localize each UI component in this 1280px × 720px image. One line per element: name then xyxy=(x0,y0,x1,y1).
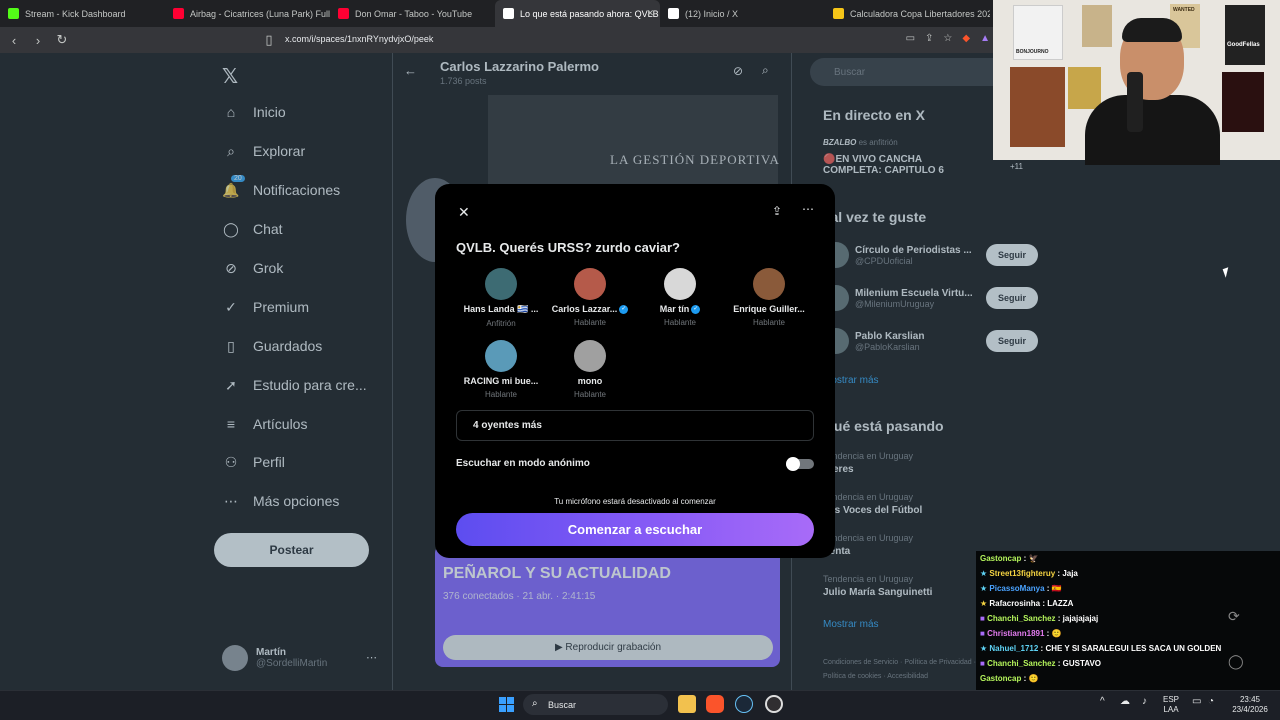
chat-message: ★ Nahuel_1712 : CHE Y SI SARALEGUI LES S… xyxy=(980,644,1222,653)
close-icon[interactable]: ✕ xyxy=(458,204,470,221)
chevron-up-icon[interactable]: ^ xyxy=(1100,697,1105,707)
star-icon[interactable]: ☆ xyxy=(943,33,952,44)
tab-airbag[interactable]: Airbag - Cicatrices (Luna Park) Full V xyxy=(165,0,330,27)
obs-icon[interactable] xyxy=(765,695,783,713)
clock[interactable]: 23:45 23/4/2026 xyxy=(1226,695,1274,715)
streamer-hair xyxy=(1122,18,1182,42)
speaker[interactable]: Enrique Guiller... Hablante xyxy=(724,268,814,327)
share-icon[interactable]: ⇪ xyxy=(772,204,782,218)
speaker[interactable]: RACING mi bue... Hablante xyxy=(456,340,546,399)
reload-icon[interactable]: ↻ xyxy=(52,32,72,48)
url-field[interactable]: x.com/i/spaces/1nxnRYnydvjxO/peek xyxy=(285,34,433,44)
speaker[interactable]: Hans Landa 🇺🇾 ... Anfitrión xyxy=(456,268,546,328)
screen: Stream - Kick Dashboard Airbag - Cicatri… xyxy=(0,0,1280,720)
wifi-icon[interactable]: ◔ xyxy=(1208,697,1214,707)
avatar xyxy=(485,340,517,372)
chat-message: ★ Street13fighteruy : Jaja xyxy=(980,569,1078,578)
poster xyxy=(1082,5,1112,47)
avatar xyxy=(753,268,785,300)
chat-bubble-icon[interactable]: ◯ xyxy=(1228,653,1244,670)
forward-icon[interactable]: › xyxy=(28,33,48,48)
brave-browser-icon[interactable] xyxy=(706,695,724,713)
x-favicon-icon xyxy=(668,8,679,19)
microphone xyxy=(1127,72,1143,132)
verified-badge-icon: ✓ xyxy=(691,305,701,315)
calculator-favicon-icon xyxy=(833,8,844,19)
speaker[interactable]: Mar tín ✓ Hablante xyxy=(635,268,725,327)
file-explorer-icon[interactable] xyxy=(678,695,696,713)
streamer xyxy=(1085,95,1220,165)
anonymous-mode-toggle[interactable] xyxy=(786,457,814,471)
monitor-icon[interactable]: ▭ xyxy=(1192,697,1201,707)
taskbar-search[interactable]: Buscar xyxy=(523,694,668,715)
chat-message: Gastoncap : 🙂 xyxy=(980,674,1039,683)
poster-caption: WANTED xyxy=(1173,7,1195,13)
chat-message: ■ Chanchi_Sanchez : jajajajajaj xyxy=(980,614,1099,623)
address-bar-icons: ▭ ⇪ ☆ ◆ ▲ xyxy=(906,33,990,44)
speaker[interactable]: Carlos Lazzar... ✓ Hablante xyxy=(545,268,635,327)
more-icon[interactable]: ⋯ xyxy=(802,202,814,216)
anonymous-mode-label: Escuchar en modo anónimo xyxy=(456,458,590,469)
avatar xyxy=(664,268,696,300)
poster xyxy=(1068,67,1101,109)
poster-caption: GoodFellas xyxy=(1227,42,1260,48)
poster-caption: BONJOURNO xyxy=(1016,49,1049,55)
kick-favicon-icon xyxy=(8,8,19,19)
chat-message: ★ Rafacrosinha : LAZZA xyxy=(980,599,1074,608)
tab-don-omar[interactable]: Don Omar - Taboo - YouTube xyxy=(330,0,495,27)
avatar xyxy=(574,340,606,372)
avatar xyxy=(485,268,517,300)
brave-shield-icon[interactable]: ◆ xyxy=(962,33,970,44)
chat-message: ■ Chanchi_Sanchez : GUSTAVO xyxy=(980,659,1102,668)
tab-space[interactable]: Lo que está pasando ahora: QVLB ✕ xyxy=(495,0,660,27)
chat-message: ■ Christiann1891 : 🙂 xyxy=(980,629,1062,638)
language-indicator[interactable]: ESP LAA xyxy=(1163,695,1179,715)
toggle-knob xyxy=(786,457,800,471)
verified-badge-icon: ✓ xyxy=(619,305,629,315)
space-title: QVLB. Querés URSS? zurdo caviar? xyxy=(456,240,680,255)
refresh-icon[interactable]: ⟳ xyxy=(1228,608,1240,625)
windows-start-icon[interactable] xyxy=(499,697,514,712)
avatar xyxy=(574,268,606,300)
cast-icon[interactable]: ▭ xyxy=(906,33,915,44)
search-icon: ⌕ xyxy=(532,698,538,709)
youtube-favicon-icon xyxy=(173,8,184,19)
poster xyxy=(1222,72,1264,132)
youtube-favicon-icon xyxy=(338,8,349,19)
bookmark-icon[interactable]: ▯ xyxy=(259,32,279,48)
steam-icon[interactable] xyxy=(735,695,753,713)
share-icon[interactable]: ⇪ xyxy=(925,33,933,44)
mic-note: Tu micrófono estará desactivado al comen… xyxy=(554,497,716,506)
network-app-icon[interactable]: ☁ xyxy=(1120,697,1130,707)
x-favicon-icon xyxy=(503,8,514,19)
close-tab-icon[interactable]: ✕ xyxy=(646,8,654,19)
tab-calculadora[interactable]: Calculadora Copa Libertadores 2026 xyxy=(825,0,990,27)
back-icon[interactable]: ‹ xyxy=(4,33,24,48)
brave-rewards-icon[interactable]: ▲ xyxy=(980,33,990,44)
tab-kick[interactable]: Stream - Kick Dashboard xyxy=(0,0,165,27)
chat-message: ★ PicassoManya : 🇪🇸 xyxy=(980,584,1062,593)
listeners-row[interactable]: 4 oyentes más xyxy=(456,410,814,441)
microphone-icon[interactable]: ♪ xyxy=(1142,697,1147,707)
speaker[interactable]: mono Hablante xyxy=(545,340,635,399)
tab-x-home[interactable]: (12) Inicio / X xyxy=(660,0,825,27)
poster xyxy=(1010,67,1065,147)
chat-message: Gastoncap : 🦅 xyxy=(980,554,1039,563)
poster xyxy=(1225,5,1265,65)
start-listening-button[interactable]: Comenzar a escuchar xyxy=(456,513,814,546)
